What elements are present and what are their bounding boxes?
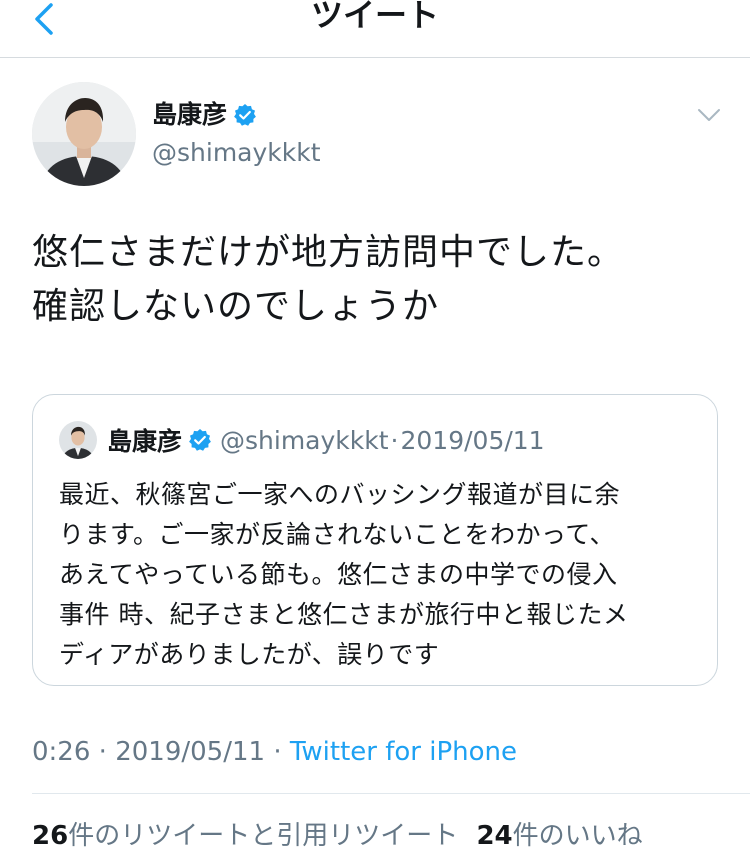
quote-body-line: ディアがありましたが、誤りです <box>59 640 440 669</box>
tweet-date: 2019/05/11 <box>115 737 266 767</box>
meta-separator: · <box>273 737 282 767</box>
like-count: 24 <box>476 821 513 851</box>
quote-header: 島康彦 @shimaykkkt · 2019/05/11 <box>107 421 545 459</box>
quote-date: 2019/05/11 <box>400 425 545 455</box>
author-name[interactable]: 島康彦 <box>152 98 257 132</box>
author-name-text: 島康彦 <box>152 100 228 129</box>
quoted-tweet-card[interactable]: 島康彦 @shimaykkkt · 2019/05/11 最近、秋篠宮ご一家への… <box>32 394 718 686</box>
verified-badge-icon <box>234 104 256 126</box>
tweet-text-line: 悠仁さまだけが地方訪問中でした。 <box>32 232 625 273</box>
quote-author-handle: @shimaykkkt <box>220 425 389 455</box>
tweet-time: 0:26 <box>32 737 91 767</box>
retweet-label: 件のリツイートと引用リツイート <box>68 821 459 851</box>
quote-avatar <box>59 421 97 459</box>
retweet-stat[interactable]: 26件のリツイートと引用リツイート <box>32 821 458 851</box>
tweet-text: 悠仁さまだけが地方訪問中でした。 確認しないのでしょうか <box>32 226 732 334</box>
verified-badge-icon <box>189 429 211 451</box>
navigation-bar: ツイート <box>0 0 750 58</box>
tweet-text-line: 確認しないのでしょうか <box>32 286 440 327</box>
quote-author-name: 島康彦 <box>107 427 183 456</box>
author-handle[interactable]: @shimaykkkt <box>152 136 321 170</box>
tweet-stats: 26件のリツイートと引用リツイート 24件のいいね <box>32 818 643 854</box>
tweet-meta: 0:26 · 2019/05/11 · Twitter for iPhone <box>32 734 517 770</box>
quote-body-line: 事件 時、紀子さまと悠仁さまが旅行中と報じたメ <box>59 600 629 629</box>
like-label: 件のいいね <box>512 821 643 851</box>
quote-body-line: あえてやっている節も。悠仁さまの中学での侵入 <box>59 560 618 589</box>
quote-body-line: ります。ご一家が反論されないことをわかって、 <box>59 520 616 549</box>
page-title: ツイート <box>310 0 439 34</box>
quote-separator: · <box>390 425 399 455</box>
tweet-source-link[interactable]: Twitter for iPhone <box>290 737 517 767</box>
divider <box>32 793 750 794</box>
chevron-down-icon <box>698 109 720 121</box>
quote-body: 最近、秋篠宮ご一家へのバッシング報道が目に余 ります。ご一家が反論されないことを… <box>59 475 699 675</box>
avatar[interactable] <box>32 82 136 186</box>
like-stat[interactable]: 24件のいいね <box>476 821 642 851</box>
tweet-menu-button[interactable] <box>694 100 724 130</box>
quote-body-line: 最近、秋篠宮ご一家へのバッシング報道が目に余 <box>59 480 621 509</box>
meta-separator: · <box>98 737 107 767</box>
retweet-count: 26 <box>32 821 69 851</box>
